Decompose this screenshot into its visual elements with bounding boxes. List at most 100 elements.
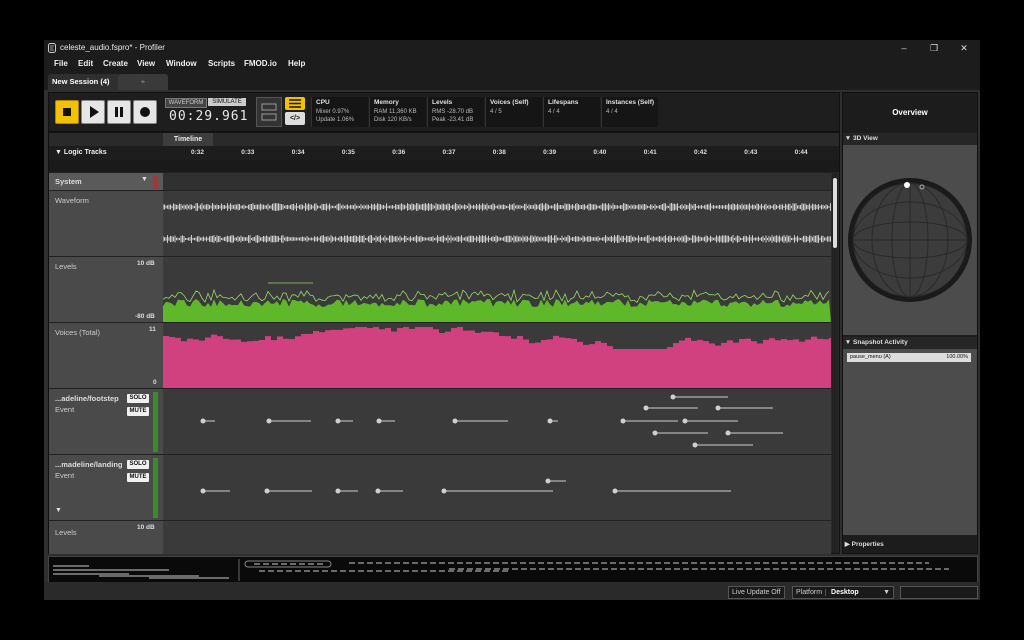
minimize-icon[interactable]: – (890, 41, 918, 55)
loop-toggle[interactable] (256, 97, 282, 127)
levels2-track-header[interactable]: Levels 10 dB (49, 520, 163, 554)
memory-title: Memory (374, 99, 399, 106)
footstep-name: ...adeline/footstep (55, 394, 119, 403)
event-instance-start[interactable] (692, 442, 698, 448)
event-instance-start[interactable] (652, 430, 658, 436)
search-box[interactable] (900, 586, 978, 599)
overview-panel: Overview ▼ 3D View ▼ Snapshot Activity p… (842, 92, 978, 554)
list-view-button[interactable] (285, 97, 305, 110)
levels-track-header[interactable]: Levels 10 dB -80 dB (49, 256, 163, 323)
ruler-tick: 0:34 (291, 149, 305, 156)
properties-header[interactable]: ▶ Properties (843, 539, 977, 551)
event-instance-start[interactable] (547, 418, 553, 424)
scrollbar-thumb[interactable] (833, 178, 837, 248)
listener-sphere[interactable] (843, 145, 977, 335)
lifespans-meter[interactable]: Lifespans 4 / 4 (543, 97, 600, 127)
close-icon[interactable]: ✕ (950, 41, 978, 55)
memory-meter[interactable]: Memory RAM 11,360 KB Disk 120 KB/s (369, 97, 426, 127)
waveform-mode-button[interactable]: WAVEFORM (165, 98, 207, 108)
record-button[interactable] (133, 100, 157, 124)
tab-timeline[interactable]: Timeline (163, 133, 213, 146)
logic-tracks-header[interactable]: ▼ Logic Tracks (55, 149, 107, 156)
event-instance-start[interactable] (612, 488, 618, 494)
waveform-lane (163, 190, 831, 257)
menu-bar: File Edit Create View Window Scripts FMO… (44, 56, 980, 72)
cpu-title: CPU (316, 99, 330, 106)
event-instance-start[interactable] (452, 418, 458, 424)
add-tab-button[interactable]: + (118, 74, 168, 90)
snapshot-row[interactable]: pause_menu (A) 100.00% (847, 353, 971, 362)
code-view-button[interactable]: </> (285, 112, 305, 125)
menu-window[interactable]: Window (166, 59, 197, 68)
landing-collapse-icon[interactable]: ▼ (55, 507, 62, 514)
live-update-button[interactable]: Live Update Off (728, 586, 785, 599)
menu-help[interactable]: Help (288, 59, 305, 68)
event-instance-start[interactable] (200, 488, 206, 494)
instances-meter[interactable]: Instances (Self) 4 / 4 (601, 97, 658, 127)
lifespans-value: 4 / 4 (548, 109, 560, 115)
event-instance-start[interactable] (335, 488, 341, 494)
footstep-track-header[interactable]: ...adeline/footstep Event SOLO MUTE (49, 388, 163, 455)
maximize-icon[interactable]: ❐ (920, 41, 948, 55)
event-instance-start[interactable] (715, 405, 721, 411)
voices-track-header[interactable]: Voices (Total) 11 0 (49, 322, 163, 389)
event-instance-start[interactable] (200, 418, 206, 424)
menu-view[interactable]: View (137, 59, 155, 68)
pause-button[interactable] (107, 100, 131, 124)
waveform-graph (163, 203, 831, 243)
levels-meter[interactable]: Levels RMS -28.70 dB Peak -23.41 dB (427, 97, 484, 127)
event-instance-start[interactable] (620, 418, 626, 424)
menu-file[interactable]: File (54, 59, 68, 68)
event-instance-start[interactable] (375, 488, 381, 494)
event-instance-start[interactable] (441, 488, 447, 494)
platform-select[interactable]: Platform Desktop ▼ (792, 586, 894, 599)
landing-name: ...madeline/landing (55, 460, 123, 469)
tab-new-session[interactable]: New Session (4) (48, 74, 120, 90)
levels-label: Levels (55, 262, 77, 271)
event-instance-start[interactable] (682, 418, 688, 424)
cpu-meter[interactable]: CPU Mixer 0.97% Update 1.06% (311, 97, 368, 127)
levels2-top-scale: 10 dB (137, 524, 155, 531)
voices-meter[interactable]: Voices (Self) 4 / 5 (485, 97, 542, 127)
event-instance-start[interactable] (725, 430, 731, 436)
system-track-header[interactable]: System ▼ (49, 172, 163, 191)
ruler-tick: 0:39 (543, 149, 557, 156)
platform-value: Desktop (831, 589, 859, 596)
event-instance-start[interactable] (545, 478, 551, 484)
landing-mute-button[interactable]: MUTE (127, 473, 149, 482)
footstep-mute-button[interactable]: MUTE (127, 407, 149, 416)
event-instance-start[interactable] (643, 405, 649, 411)
window-title: celeste_audio.fspro* - Profiler (60, 43, 165, 52)
event-instance-start[interactable] (264, 488, 270, 494)
ruler-tick: 0:44 (794, 149, 808, 156)
title-bar: celeste_audio.fspro* - Profiler – ❐ ✕ (44, 40, 980, 56)
simulate-mode-button[interactable]: SIMULATE (208, 98, 246, 106)
snapshot-panel: pause_menu (A) 100.00% (843, 349, 977, 535)
play-button[interactable] (81, 100, 105, 124)
menu-edit[interactable]: Edit (78, 59, 93, 68)
session-navigator[interactable] (48, 556, 978, 584)
menu-create[interactable]: Create (103, 59, 128, 68)
cpu-mixer: Mixer 0.97% (316, 109, 350, 115)
menu-fmodio[interactable]: FMOD.io (244, 59, 277, 68)
event-instance-start[interactable] (376, 418, 382, 424)
menu-scripts[interactable]: Scripts (208, 59, 235, 68)
waveform-track-header[interactable]: Waveform (49, 190, 163, 257)
snapshot-header[interactable]: ▼ Snapshot Activity (843, 337, 977, 349)
time-display: 00:29.961 (169, 109, 249, 124)
landing-track-header[interactable]: ...madeline/landing Event SOLO MUTE ▼ (49, 454, 163, 521)
stop-button[interactable] (55, 100, 79, 124)
ruler-tick: 0:43 (744, 149, 758, 156)
event-instance-start[interactable] (335, 418, 341, 424)
landing-solo-button[interactable]: SOLO (127, 460, 149, 469)
landing-type: Event (55, 471, 75, 480)
vertical-scrollbar[interactable] (832, 172, 838, 553)
event-instance-start[interactable] (670, 394, 676, 400)
footstep-solo-button[interactable]: SOLO (127, 394, 149, 403)
voices-label: Voices (Total) (55, 328, 101, 337)
system-collapse-icon[interactable]: ▼ (141, 176, 148, 183)
view3d-header[interactable]: ▼ 3D View (843, 133, 977, 145)
timeline-ruler[interactable]: ▼ Logic Tracks 0:32 0:33 0:34 0:35 0:36 0:37 0… (49, 146, 839, 160)
event-instance-start[interactable] (266, 418, 272, 424)
levels2-lane (163, 520, 831, 554)
